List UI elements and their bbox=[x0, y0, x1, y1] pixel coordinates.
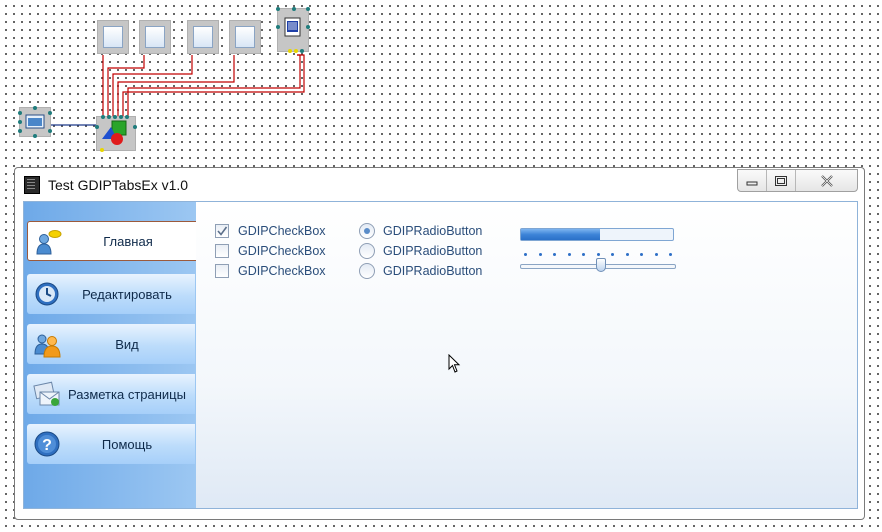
tab-sidebar: Главная Редактировать Вид Разметка стран… bbox=[24, 202, 196, 508]
minimize-button[interactable] bbox=[738, 170, 767, 191]
minimize-icon bbox=[746, 181, 758, 185]
maximize-button[interactable] bbox=[767, 170, 796, 191]
users-icon bbox=[34, 334, 61, 358]
radio-label: GDIPRadioButton bbox=[383, 264, 483, 278]
schematic-node-4[interactable] bbox=[229, 20, 261, 54]
schematic-node-window[interactable] bbox=[18, 106, 52, 138]
progress-bar bbox=[520, 228, 674, 241]
checkbox-box[interactable] bbox=[215, 224, 229, 238]
tab-help-label: Помощь bbox=[101, 436, 153, 452]
checkbox-1[interactable]: GDIPCheckBox bbox=[215, 222, 326, 240]
tab-view-label: Вид bbox=[115, 336, 139, 352]
tab-content-panel: GDIPCheckBox GDIPCheckBox GDIPCheckBox G… bbox=[196, 202, 857, 508]
schematic-node-3[interactable] bbox=[187, 20, 219, 54]
tab-edit-label: Редактировать bbox=[82, 286, 172, 302]
document-icon bbox=[284, 17, 301, 37]
checkbox-2[interactable]: GDIPCheckBox bbox=[215, 242, 326, 260]
shapes-icon bbox=[102, 120, 127, 145]
clock-icon bbox=[35, 282, 59, 306]
slider-thumb[interactable] bbox=[596, 258, 606, 272]
caption-buttons bbox=[737, 169, 858, 192]
window-client-area: Главная Редактировать Вид Разметка стран… bbox=[23, 201, 858, 509]
tab-home[interactable]: Главная bbox=[27, 221, 196, 261]
check-icon bbox=[217, 226, 228, 236]
svg-text:?: ? bbox=[42, 437, 52, 454]
window-icon bbox=[25, 114, 45, 129]
schematic-node-2[interactable] bbox=[139, 20, 171, 54]
radio-1[interactable]: GDIPRadioButton bbox=[359, 222, 482, 240]
user-chat-icon bbox=[36, 230, 62, 255]
checkbox-label: GDIPCheckBox bbox=[238, 244, 326, 258]
tab-page-layout[interactable]: Разметка страницы bbox=[27, 374, 195, 414]
mouse-cursor-icon bbox=[448, 354, 461, 373]
schematic-node-document[interactable] bbox=[276, 7, 310, 53]
checkbox-label: GDIPCheckBox bbox=[238, 264, 326, 278]
radio-3[interactable]: GDIPRadioButton bbox=[359, 262, 482, 280]
tab-view[interactable]: Вид bbox=[27, 324, 195, 364]
maximize-icon bbox=[775, 175, 787, 186]
radio-circle[interactable] bbox=[359, 263, 375, 279]
slider[interactable] bbox=[520, 250, 676, 272]
radio-label: GDIPRadioButton bbox=[383, 224, 483, 238]
tab-edit[interactable]: Редактировать bbox=[27, 274, 195, 314]
schematic-node-shapes[interactable] bbox=[95, 115, 137, 152]
slider-ticks bbox=[524, 253, 672, 256]
radio-circle[interactable] bbox=[359, 243, 375, 259]
radio-label: GDIPRadioButton bbox=[383, 244, 483, 258]
tab-help[interactable]: ? Помощь bbox=[27, 424, 195, 464]
radio-2[interactable]: GDIPRadioButton bbox=[359, 242, 482, 260]
tab-home-label: Главная bbox=[103, 233, 153, 249]
close-icon bbox=[820, 174, 833, 187]
checkbox-label: GDIPCheckBox bbox=[238, 224, 326, 238]
window-title: Test GDIPTabsEx v1.0 bbox=[48, 177, 189, 193]
mail-icon bbox=[33, 381, 60, 406]
schematic-node-1[interactable] bbox=[97, 20, 129, 54]
checkbox-box[interactable] bbox=[215, 264, 229, 278]
schematic-canvas bbox=[0, 0, 340, 160]
app-icon[interactable] bbox=[24, 176, 40, 194]
radio-circle[interactable] bbox=[359, 223, 375, 239]
tab-page-layout-label: Разметка страницы bbox=[68, 386, 186, 402]
title-bar[interactable]: Test GDIPTabsEx v1.0 bbox=[15, 168, 864, 200]
progress-fill bbox=[521, 229, 601, 240]
checkbox-box[interactable] bbox=[215, 244, 229, 258]
close-button[interactable] bbox=[796, 170, 857, 191]
help-icon: ? bbox=[34, 431, 60, 457]
checkbox-3[interactable]: GDIPCheckBox bbox=[215, 262, 326, 280]
app-window: Test GDIPTabsEx v1.0 Главная Редактирова… bbox=[14, 167, 865, 520]
